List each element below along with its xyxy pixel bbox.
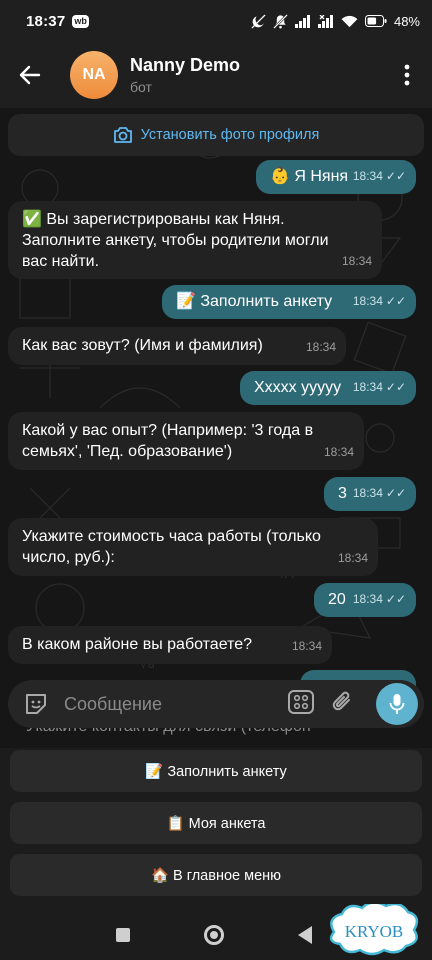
home-button[interactable] bbox=[204, 925, 224, 945]
back-button[interactable] bbox=[0, 42, 60, 108]
message-incoming[interactable]: Какой у вас опыт? (Например: '3 года в с… bbox=[8, 412, 364, 470]
message-time: 18:34 bbox=[341, 254, 372, 268]
chat-area[interactable]: x²+y²sin x∑ nπ r²√a Установить фото проф… bbox=[0, 108, 432, 748]
message-incoming[interactable]: ✅ Вы зарегистрированы как Няня. Заполнит… bbox=[8, 201, 382, 279]
reply-button-my-profile[interactable]: 📋 Моя анкета bbox=[10, 802, 422, 844]
message-input[interactable]: Сообщение bbox=[64, 694, 162, 715]
set-profile-photo-label: Установить фото профиля bbox=[140, 127, 320, 143]
status-indicators: 48% bbox=[251, 14, 420, 29]
message-outgoing[interactable]: Xxxxx yyyyy 18:34 ✓✓ bbox=[240, 371, 416, 405]
status-bar: 18:37 wb 48% bbox=[0, 0, 432, 42]
message-time: 18:34 bbox=[352, 592, 383, 606]
signal-no-service-icon bbox=[317, 14, 334, 28]
watermark-logo: KRYOB bbox=[329, 904, 419, 956]
message-text: Как вас зовут? (Имя и фамилия) bbox=[22, 337, 263, 354]
message-meta: 18:34 ✓✓ bbox=[353, 589, 406, 610]
recent-apps-button[interactable] bbox=[116, 928, 130, 942]
message-time: 18:34 bbox=[352, 380, 383, 394]
double-check-icon: ✓✓ bbox=[385, 592, 406, 606]
camera-icon bbox=[113, 127, 132, 143]
avatar[interactable]: NA bbox=[70, 51, 118, 99]
chat-title: Nanny Demo bbox=[130, 55, 241, 75]
message-meta: 18:34 ✓✓ bbox=[353, 377, 406, 398]
message-meta: 18:34 bbox=[338, 548, 368, 569]
double-check-icon: ✓✓ bbox=[385, 486, 406, 500]
message-text: ✅ Вы зарегистрированы как Няня. Заполнит… bbox=[22, 211, 329, 270]
message-meta: 18:34 ✓✓ bbox=[353, 166, 406, 187]
double-check-icon: ✓✓ bbox=[385, 294, 406, 308]
message-meta: 18:34 bbox=[324, 442, 354, 463]
reply-button-main-menu[interactable]: 🏠 В главное меню bbox=[10, 854, 422, 896]
emoji-sticker-button[interactable] bbox=[8, 691, 64, 717]
mute-bell-icon bbox=[273, 13, 288, 29]
message-outgoing[interactable]: 👶 Я Няня 18:34 ✓✓ bbox=[256, 160, 416, 194]
message-text: Какой у вас опыт? (Например: '3 года в с… bbox=[22, 422, 314, 460]
signal-icon bbox=[294, 14, 311, 28]
message-time: 18:34 bbox=[352, 294, 383, 308]
message-incoming[interactable]: Укажите стоимость часа работы (только чи… bbox=[8, 518, 378, 576]
message-meta: 18:34 bbox=[292, 636, 322, 657]
message-time: 18:34 bbox=[352, 169, 383, 183]
message-outgoing[interactable]: 📝 Заполнить анкету 18:34 ✓✓ bbox=[162, 285, 416, 319]
message-text: В каком районе вы работаете? bbox=[22, 636, 253, 653]
message-time: 18:34 bbox=[337, 551, 368, 565]
message-composer: Сообщение bbox=[8, 680, 424, 728]
bot-reply-keyboard: 📝 Заполнить анкету 📋 Моя анкета 🏠 В глав… bbox=[0, 748, 432, 920]
battery-percent: 48% bbox=[393, 13, 420, 29]
double-check-icon: ✓✓ bbox=[385, 380, 406, 394]
message-time: 18:34 bbox=[305, 340, 336, 354]
paperclip-icon bbox=[332, 691, 350, 710]
chat-subtitle: бот bbox=[130, 79, 152, 95]
watermark-text: KRYOB bbox=[345, 922, 404, 941]
message-meta: 18:34 ✓✓ bbox=[353, 291, 406, 312]
attach-button[interactable] bbox=[332, 689, 354, 720]
message-outgoing[interactable]: 20 18:34 ✓✓ bbox=[314, 583, 416, 617]
keyboard-grid-icon bbox=[288, 689, 314, 714]
dnd-moon-icon bbox=[251, 13, 266, 29]
bot-keyboard-button[interactable] bbox=[288, 689, 314, 719]
wifi-icon bbox=[341, 15, 358, 28]
chat-header: NA Nanny Demo бот bbox=[0, 42, 432, 108]
message-time: 18:34 bbox=[352, 486, 383, 500]
arrow-left-icon bbox=[19, 65, 41, 85]
status-time: 18:37 bbox=[26, 12, 66, 30]
more-menu-button[interactable] bbox=[382, 42, 432, 108]
microphone-icon bbox=[389, 694, 405, 714]
app-notification-badge: wb bbox=[72, 14, 89, 28]
chat-title-block[interactable]: Nanny Demo бот bbox=[130, 55, 240, 95]
message-incoming[interactable]: Как вас зовут? (Имя и фамилия) 18:34 bbox=[8, 327, 346, 365]
message-meta: 18:34 ✓✓ bbox=[353, 483, 406, 504]
system-back-button[interactable] bbox=[298, 926, 312, 944]
message-outgoing[interactable]: 3 18:34 ✓✓ bbox=[324, 477, 416, 511]
composer-actions bbox=[288, 689, 354, 720]
sticker-icon bbox=[26, 694, 46, 714]
message-meta: 18:34 bbox=[306, 337, 336, 358]
battery-icon bbox=[364, 15, 387, 27]
message-time: 18:34 bbox=[323, 445, 354, 459]
more-vertical-icon bbox=[404, 64, 410, 86]
set-profile-photo-button[interactable]: Установить фото профиля bbox=[8, 114, 424, 156]
voice-record-button[interactable] bbox=[376, 683, 418, 725]
double-check-icon: ✓✓ bbox=[385, 169, 406, 183]
message-incoming[interactable]: В каком районе вы работаете? 18:34 bbox=[8, 626, 332, 664]
reply-button-fill-profile[interactable]: 📝 Заполнить анкету bbox=[10, 750, 422, 792]
message-text: Укажите стоимость часа работы (только чи… bbox=[22, 528, 321, 566]
message-meta: 18:34 bbox=[342, 251, 372, 272]
message-time: 18:34 bbox=[291, 639, 322, 653]
